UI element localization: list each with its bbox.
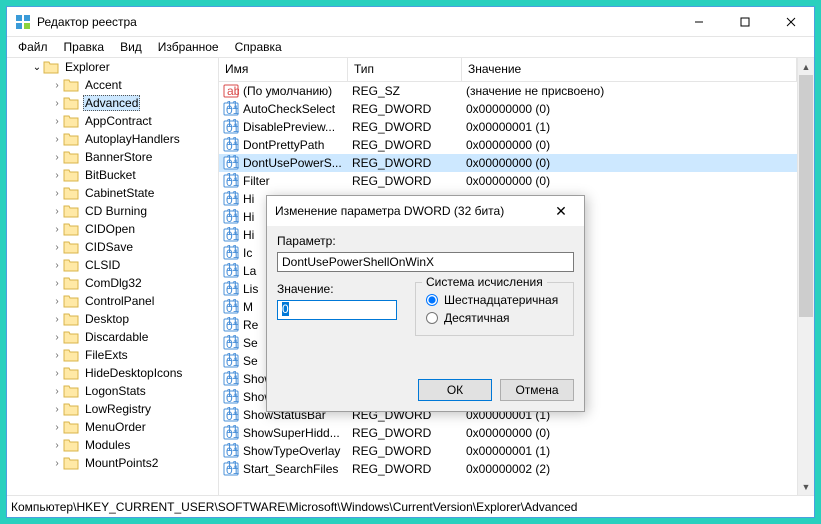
- tree-item[interactable]: ›Accent: [7, 76, 218, 94]
- svg-text:011: 011: [226, 265, 239, 279]
- radix-hex-option[interactable]: Шестнадцатеричная: [426, 293, 563, 307]
- list-row[interactable]: 110011DisablePreview...REG_DWORD0x000000…: [219, 118, 797, 136]
- tree-item[interactable]: ›MenuOrder: [7, 418, 218, 436]
- svg-text:011: 011: [226, 193, 239, 207]
- statusbar: Компьютер\HKEY_CURRENT_USER\SOFTWARE\Mic…: [7, 495, 814, 517]
- svg-text:011: 011: [226, 229, 239, 243]
- svg-text:011: 011: [226, 139, 239, 153]
- svg-text:011: 011: [226, 211, 239, 225]
- dialog-title: Изменение параметра DWORD (32 бита): [275, 204, 546, 218]
- tree-item[interactable]: ›ControlPanel: [7, 292, 218, 310]
- menu-favorites[interactable]: Избранное: [151, 38, 226, 56]
- list-row[interactable]: 110011DontPrettyPathREG_DWORD0x00000000 …: [219, 136, 797, 154]
- list-row[interactable]: 110011DontUsePowerS...REG_DWORD0x0000000…: [219, 154, 797, 172]
- titlebar: Редактор реестра: [7, 7, 814, 37]
- menu-view[interactable]: Вид: [113, 38, 149, 56]
- svg-text:011: 011: [226, 301, 239, 315]
- svg-text:011: 011: [226, 427, 239, 441]
- tree-item[interactable]: ⌄Explorer: [7, 58, 218, 76]
- edit-dword-dialog: Изменение параметра DWORD (32 бита) ✕ Па…: [266, 195, 585, 412]
- list-header: Имя Тип Значение: [219, 58, 797, 82]
- param-label: Параметр:: [277, 234, 574, 248]
- tree-item[interactable]: ›HideDesktopIcons: [7, 364, 218, 382]
- svg-text:011: 011: [226, 337, 239, 351]
- tree-item[interactable]: ›Advanced: [7, 94, 218, 112]
- svg-text:011: 011: [226, 157, 239, 171]
- list-row[interactable]: 110011FilterREG_DWORD0x00000000 (0): [219, 172, 797, 190]
- tree-item[interactable]: ›CD Burning: [7, 202, 218, 220]
- maximize-button[interactable]: [722, 7, 768, 37]
- status-path: Компьютер\HKEY_CURRENT_USER\SOFTWARE\Mic…: [11, 500, 577, 514]
- menu-help[interactable]: Справка: [228, 38, 289, 56]
- list-scrollbar[interactable]: ▲ ▼: [797, 58, 814, 495]
- value-input[interactable]: [277, 300, 397, 320]
- tree-item[interactable]: ›LowRegistry: [7, 400, 218, 418]
- menubar: Файл Правка Вид Избранное Справка: [7, 37, 814, 57]
- tree-item[interactable]: ›Discardable: [7, 328, 218, 346]
- tree-item[interactable]: ›MountPoints2: [7, 454, 218, 472]
- tree-item[interactable]: ›FileExts: [7, 346, 218, 364]
- col-value[interactable]: Значение: [462, 58, 797, 81]
- app-icon: [15, 14, 31, 30]
- radix-group-label: Система исчисления: [422, 275, 547, 289]
- window-title: Редактор реестра: [37, 15, 676, 29]
- scroll-down-icon[interactable]: ▼: [798, 478, 814, 495]
- tree-item[interactable]: ›Modules: [7, 436, 218, 454]
- scroll-up-icon[interactable]: ▲: [798, 58, 814, 75]
- tree-item[interactable]: ›AppContract: [7, 112, 218, 130]
- close-button[interactable]: [768, 7, 814, 37]
- tree-item[interactable]: ›CLSID: [7, 256, 218, 274]
- col-name[interactable]: Имя: [219, 58, 348, 81]
- svg-text:011: 011: [226, 103, 239, 117]
- dialog-close-button[interactable]: ✕: [546, 196, 576, 226]
- list-row[interactable]: 110011AutoCheckSelectREG_DWORD0x00000000…: [219, 100, 797, 118]
- radix-dec-radio[interactable]: [426, 312, 438, 324]
- tree-panel: ⌄Explorer›Accent›Advanced›AppContract›Au…: [7, 58, 219, 495]
- svg-text:ab: ab: [227, 84, 239, 98]
- tree-item[interactable]: ›CabinetState: [7, 184, 218, 202]
- list-row[interactable]: 110011ShowSuperHidd...REG_DWORD0x0000000…: [219, 424, 797, 442]
- menu-file[interactable]: Файл: [11, 38, 55, 56]
- param-input[interactable]: [277, 252, 574, 272]
- value-label: Значение:: [277, 282, 397, 296]
- list-row[interactable]: 110011ShowTypeOverlayREG_DWORD0x00000001…: [219, 442, 797, 460]
- svg-text:011: 011: [226, 121, 239, 135]
- list-row[interactable]: 110011Start_SearchFilesREG_DWORD0x000000…: [219, 460, 797, 478]
- menu-edit[interactable]: Правка: [57, 38, 112, 56]
- radix-dec-option[interactable]: Десятичная: [426, 311, 563, 325]
- svg-text:011: 011: [226, 463, 239, 477]
- tree-item[interactable]: ›BitBucket: [7, 166, 218, 184]
- svg-text:011: 011: [226, 247, 239, 261]
- cancel-button[interactable]: Отмена: [500, 379, 574, 401]
- svg-text:011: 011: [226, 391, 239, 405]
- svg-text:011: 011: [226, 355, 239, 369]
- list-row[interactable]: ab(По умолчанию)REG_SZ(значение не присв…: [219, 82, 797, 100]
- svg-text:011: 011: [226, 373, 239, 387]
- tree-item[interactable]: ›BannerStore: [7, 148, 218, 166]
- radix-hex-radio[interactable]: [426, 294, 438, 306]
- svg-text:011: 011: [226, 283, 239, 297]
- svg-text:011: 011: [226, 445, 239, 459]
- svg-text:011: 011: [226, 175, 239, 189]
- tree-item[interactable]: ›LogonStats: [7, 382, 218, 400]
- minimize-button[interactable]: [676, 7, 722, 37]
- tree-item[interactable]: ›CIDSave: [7, 238, 218, 256]
- tree-item[interactable]: ›AutoplayHandlers: [7, 130, 218, 148]
- ok-button[interactable]: ОК: [418, 379, 492, 401]
- tree-item[interactable]: ›ComDlg32: [7, 274, 218, 292]
- svg-text:011: 011: [226, 409, 239, 423]
- col-type[interactable]: Тип: [348, 58, 462, 81]
- dialog-titlebar: Изменение параметра DWORD (32 бита) ✕: [267, 196, 584, 226]
- svg-text:011: 011: [226, 319, 239, 333]
- tree-item[interactable]: ›Desktop: [7, 310, 218, 328]
- radix-group: Система исчисления Шестнадцатеричная Дес…: [415, 282, 574, 336]
- tree-item[interactable]: ›CIDOpen: [7, 220, 218, 238]
